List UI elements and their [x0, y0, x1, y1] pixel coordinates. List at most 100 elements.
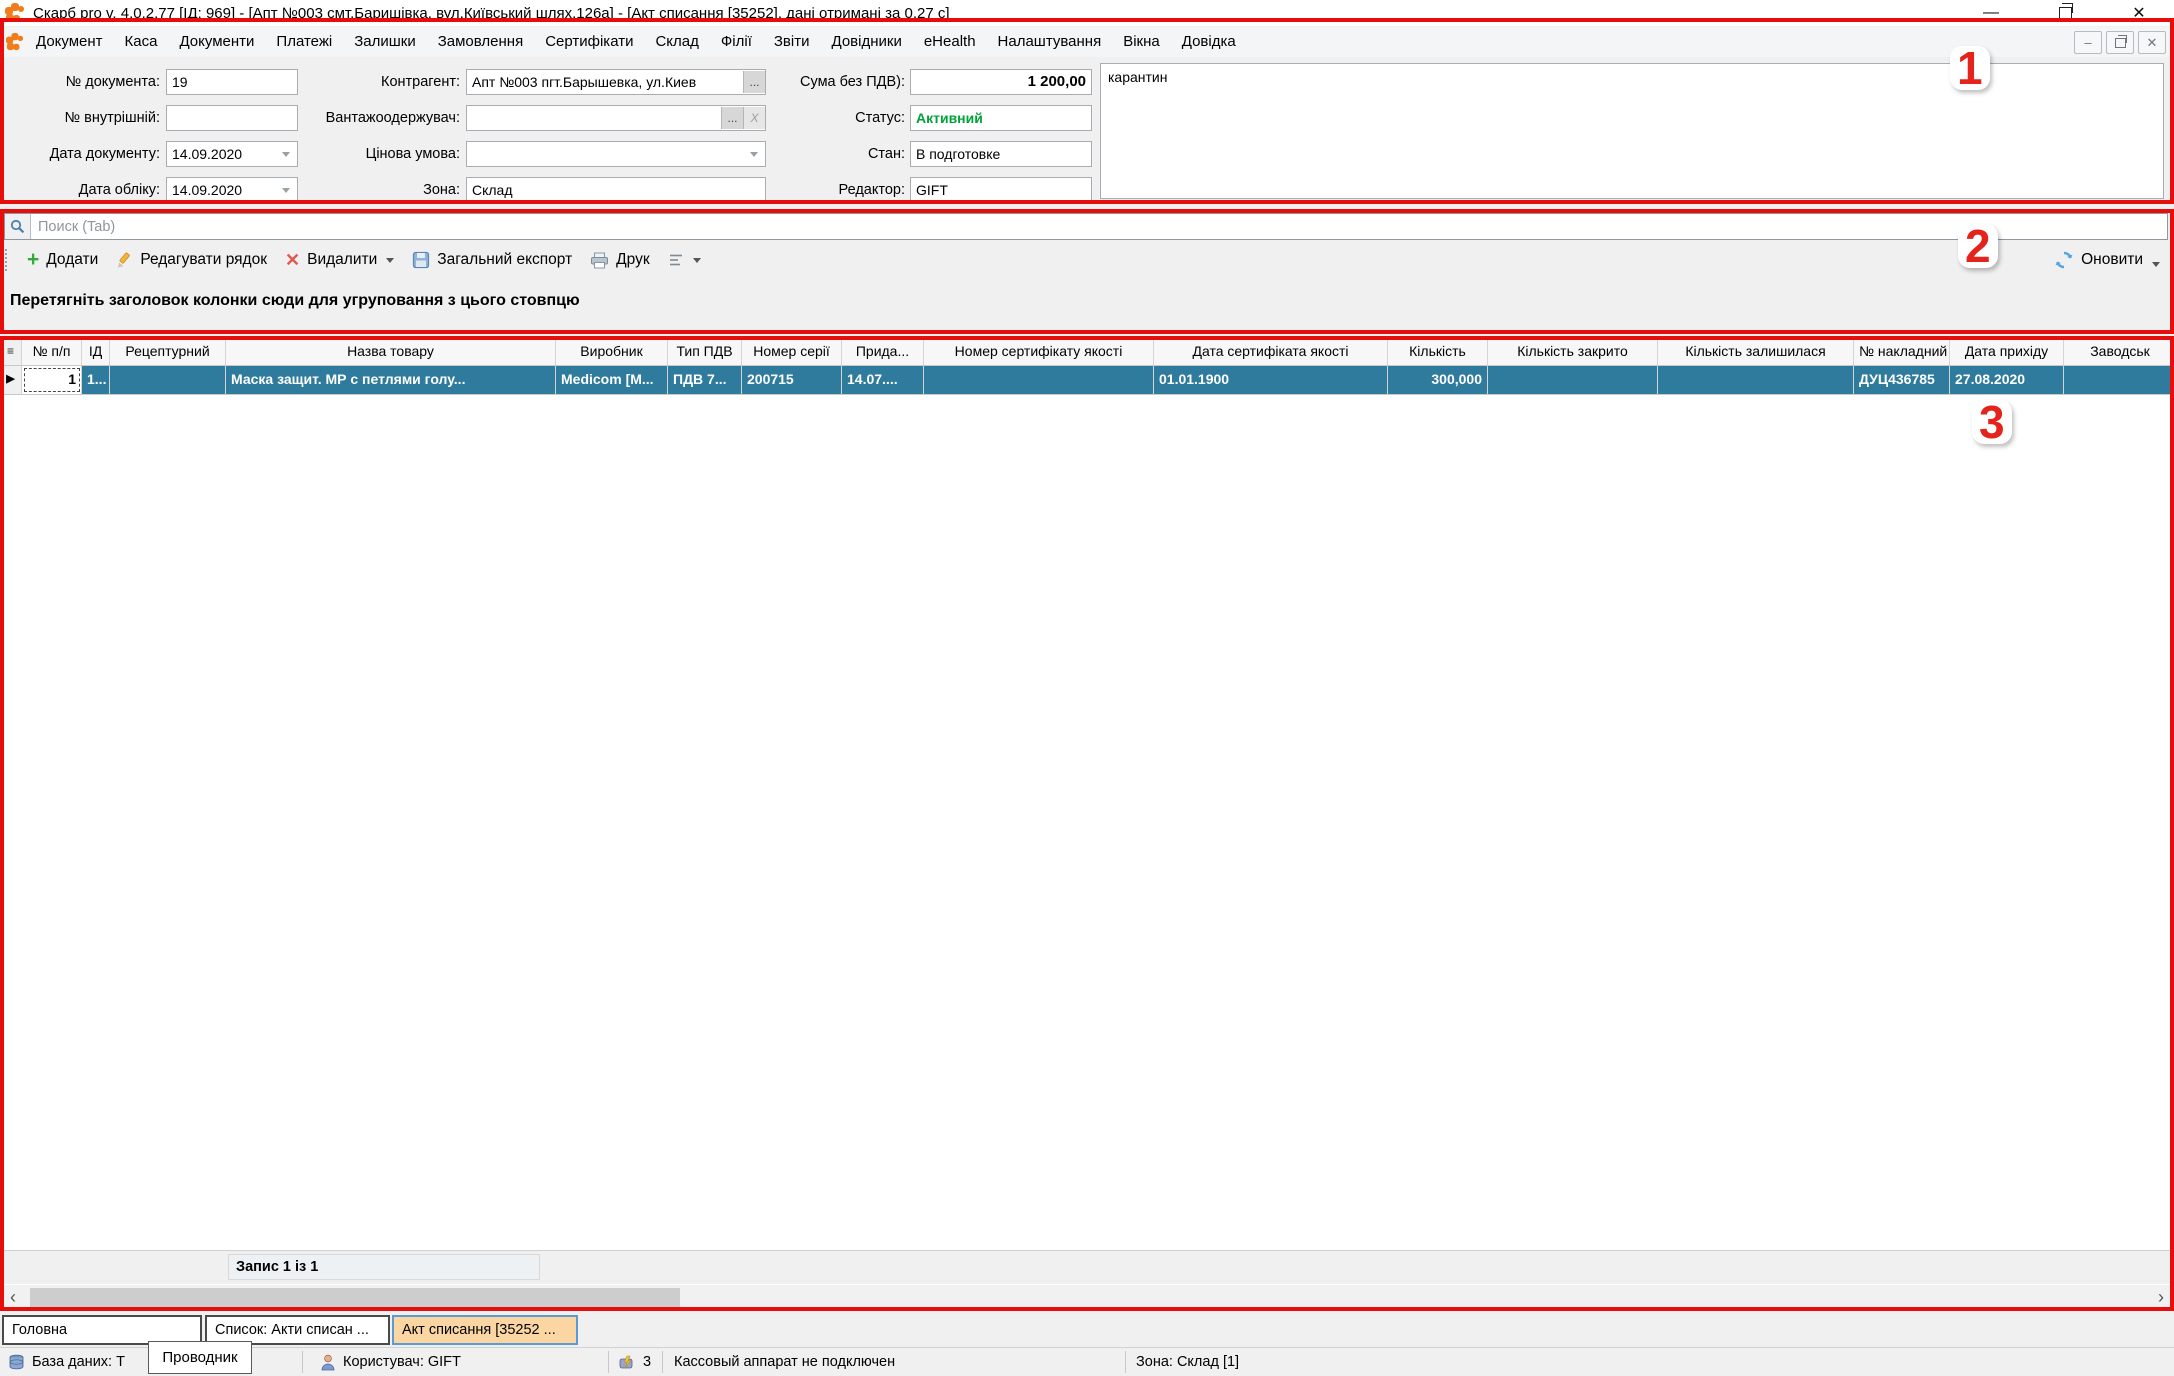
plus-icon: +: [27, 252, 39, 268]
sum-field: 1 200,00: [910, 69, 1092, 95]
toolbar-drag-handle[interactable]: [5, 249, 12, 271]
close-button[interactable]: ✕: [2124, 2, 2154, 24]
delete-dropdown-caret-icon[interactable]: [386, 258, 394, 263]
restore-button[interactable]: [2050, 2, 2080, 24]
consignee-field[interactable]: ... X: [466, 105, 766, 131]
sum-label: Сума без ПДВ):: [770, 69, 905, 95]
title-bar: Скарб pro v. 4.0.2.77 [ІД: 969] - [Апт №…: [0, 0, 2174, 26]
header-factory[interactable]: Заводськ: [2064, 339, 2174, 365]
header-quantity-left[interactable]: Кількість залишилася: [1658, 339, 1854, 365]
menu-certificates[interactable]: Сертифікати: [534, 28, 644, 56]
database-status: База даних: Т: [8, 1348, 125, 1376]
explorer-overlay[interactable]: Проводник: [148, 1341, 252, 1374]
header-manufacturer[interactable]: Виробник: [556, 339, 668, 365]
header-arrival-date[interactable]: Дата прихіду: [1950, 339, 2064, 365]
menu-reports[interactable]: Звіти: [763, 28, 821, 56]
horizontal-scrollbar[interactable]: ‹ ›: [0, 1285, 2174, 1310]
comment-field[interactable]: карантин: [1100, 63, 2164, 199]
mdi-minimize-button[interactable]: –: [2074, 31, 2102, 54]
menu-orders[interactable]: Замовлення: [427, 28, 534, 56]
menu-branches[interactable]: Філії: [710, 28, 763, 56]
header-vat-type[interactable]: Тип ПДВ: [668, 339, 742, 365]
edit-row-button[interactable]: Редагувати рядок: [107, 248, 276, 272]
search-input[interactable]: [31, 214, 2167, 239]
print-button-label: Друк: [616, 251, 649, 269]
header-quantity-closed[interactable]: Кількість закрито: [1488, 339, 1658, 365]
menu-settings[interactable]: Налаштування: [987, 28, 1113, 56]
cell-invoice-number[interactable]: ДУЦ436785: [1854, 366, 1950, 394]
contractor-field[interactable]: Апт №003 пгт.Барышевка, ул.Киев ...: [466, 69, 766, 95]
header-series-number[interactable]: Номер серії: [742, 339, 842, 365]
tab-writeoff-act[interactable]: Акт списання [35252 ...: [392, 1315, 578, 1345]
refresh-button[interactable]: Оновити: [2054, 250, 2160, 270]
group-by-hint: Перетягніть заголовок колонки сюди для у…: [10, 292, 580, 310]
menu-help[interactable]: Довідка: [1171, 28, 1247, 56]
header-prescription[interactable]: Рецептурний: [110, 339, 226, 365]
menu-stocks[interactable]: Залишки: [343, 28, 427, 56]
scrollbar-thumb[interactable]: [30, 1288, 680, 1307]
zone-field[interactable]: Склад: [466, 177, 766, 203]
header-product-name[interactable]: Назва товару: [226, 339, 556, 365]
menu-directories[interactable]: Довідники: [821, 28, 913, 56]
cell-quality-cert-number[interactable]: [924, 366, 1154, 394]
header-quality-cert-date[interactable]: Дата сертифіката якості: [1154, 339, 1388, 365]
cell-npp[interactable]: 1: [22, 366, 82, 394]
menu-warehouse[interactable]: Склад: [644, 28, 709, 56]
menu-windows[interactable]: Вікна: [1112, 28, 1171, 56]
menu-ehealth[interactable]: eHealth: [913, 28, 987, 56]
connections-icon: [618, 1354, 636, 1371]
cell-factory[interactable]: [2064, 366, 2174, 394]
application-window: Скарб pro v. 4.0.2.77 [ІД: 969] - [Апт №…: [0, 0, 2174, 1376]
cell-quantity-closed[interactable]: [1488, 366, 1658, 394]
view-options-button[interactable]: [659, 250, 710, 270]
consignee-clear-button[interactable]: X: [743, 107, 765, 129]
price-term-field[interactable]: [466, 141, 766, 167]
state-label: Стан:: [770, 141, 905, 167]
table-row[interactable]: ▶ 1 1... Маска защит. МР с петлями голу.…: [0, 366, 2174, 395]
header-expiry[interactable]: Прида...: [842, 339, 924, 365]
menu-kasa[interactable]: Каса: [114, 28, 169, 56]
menu-documents[interactable]: Документи: [168, 28, 265, 56]
header-npp[interactable]: № п/п: [22, 339, 82, 365]
mdi-restore-button[interactable]: [2106, 31, 2134, 54]
cell-manufacturer[interactable]: Medicom [M...: [556, 366, 668, 394]
cell-vat-type[interactable]: ПДВ 7...: [668, 366, 742, 394]
doc-date-field[interactable]: 14.09.2020: [166, 141, 298, 167]
cell-quantity-left[interactable]: [1658, 366, 1854, 394]
chevron-down-icon[interactable]: [750, 152, 758, 157]
print-button[interactable]: Друк: [581, 248, 658, 272]
internal-number-field[interactable]: [166, 105, 298, 131]
mdi-close-button[interactable]: ✕: [2138, 31, 2166, 54]
menu-payments[interactable]: Платежі: [265, 28, 343, 56]
header-id[interactable]: ІД: [82, 339, 110, 365]
view-options-caret-icon[interactable]: [693, 258, 701, 263]
consignee-lookup-button[interactable]: ...: [721, 107, 743, 129]
delete-button[interactable]: ✕ Видалити: [276, 248, 403, 272]
cell-product-name[interactable]: Маска защит. МР с петлями голу...: [226, 366, 556, 394]
doc-number-field[interactable]: 19: [166, 69, 298, 95]
account-date-field[interactable]: 14.09.2020: [166, 177, 298, 203]
cell-prescription[interactable]: [110, 366, 226, 394]
header-quality-cert-number[interactable]: Номер сертифікату якості: [924, 339, 1154, 365]
header-invoice-number[interactable]: № накладний: [1854, 339, 1950, 365]
column-chooser-icon[interactable]: ≡: [0, 339, 22, 365]
chevron-down-icon[interactable]: [282, 188, 290, 193]
cell-quantity[interactable]: 300,000: [1388, 366, 1488, 394]
minimize-button[interactable]: —: [1976, 2, 2006, 24]
scroll-left-icon[interactable]: ‹: [0, 1285, 26, 1310]
status-bar: База даних: Т Проводник Користувач: GIFT…: [0, 1347, 2174, 1376]
contractor-lookup-button[interactable]: ...: [743, 71, 765, 93]
export-button[interactable]: Загальний експорт: [403, 248, 581, 272]
scroll-right-icon[interactable]: ›: [2148, 1285, 2174, 1310]
cell-series-number[interactable]: 200715: [742, 366, 842, 394]
menu-document[interactable]: Документ: [25, 28, 114, 56]
cell-quality-cert-date[interactable]: 01.01.1900: [1154, 366, 1388, 394]
cell-expiry[interactable]: 14.07....: [842, 366, 924, 394]
header-quantity[interactable]: Кількість: [1388, 339, 1488, 365]
cell-arrival-date[interactable]: 27.08.2020: [1950, 366, 2064, 394]
cell-id[interactable]: 1...: [82, 366, 110, 394]
add-button[interactable]: + Додати: [18, 248, 107, 272]
refresh-dropdown-caret-icon[interactable]: [2152, 262, 2160, 267]
contractor-label: Контрагент:: [300, 69, 460, 95]
chevron-down-icon[interactable]: [282, 152, 290, 157]
